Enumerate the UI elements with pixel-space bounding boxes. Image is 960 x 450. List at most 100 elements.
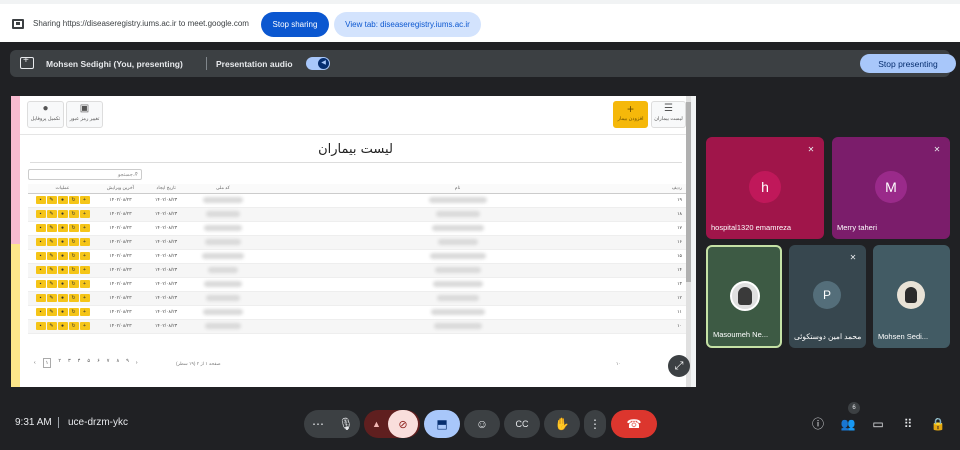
column-header-row[interactable]: ردیف [657, 184, 686, 194]
delete-icon[interactable]: ▪ [35, 294, 46, 302]
edit-icon[interactable]: ✎ [46, 322, 57, 330]
plus-icon[interactable]: + [79, 238, 90, 246]
add-patient-button[interactable]: + افزودن بیمار [613, 101, 648, 128]
info-icon[interactable]: ⓘ [808, 414, 828, 434]
delete-icon[interactable]: ▪ [35, 210, 46, 218]
patient-list-button[interactable]: ☰ لیست بیماران [651, 101, 686, 128]
user-icon[interactable]: ● [57, 224, 68, 232]
participant-tile-active-speaker[interactable]: Masoumeh Ne... [706, 245, 782, 348]
edit-icon[interactable]: ✎ [46, 224, 57, 232]
page-link[interactable]: ۴ [78, 358, 81, 368]
table-row[interactable]: ▪ ✎ ● ↻ +۱۴۰۲/۰۸/۲۳ ۱۴۰۲/۰۸/۲۳ ۱۱ [28, 305, 686, 320]
user-icon[interactable]: ● [57, 308, 68, 316]
plus-icon[interactable]: + [79, 266, 90, 274]
column-header-last-edit[interactable]: آخرین ویرایش [97, 184, 144, 194]
next-page-icon[interactable]: › [136, 360, 138, 366]
column-header-name[interactable]: نام [257, 184, 658, 194]
history-icon[interactable]: ↻ [68, 266, 79, 274]
stop-sharing-button[interactable]: Stop sharing [261, 12, 329, 37]
plus-icon[interactable]: + [79, 294, 90, 302]
history-icon[interactable]: ↻ [68, 294, 79, 302]
participant-tile[interactable]: P ✕ محمد امین دوستکوئی [789, 245, 866, 348]
call-end-icon[interactable]: ☎ [611, 410, 657, 438]
table-row[interactable]: ▪ ✎ ● ↻ +۱۴۰۲/۰۸/۲۳ ۱۴۰۲/۰۸/۲۳ ۱۳ [28, 277, 686, 292]
delete-icon[interactable]: ▪ [35, 252, 46, 260]
user-icon[interactable]: ● [57, 196, 68, 204]
presentation-audio-toggle[interactable]: ◀ [306, 57, 330, 70]
table-row[interactable]: ▪ ✎ ● ↻ +۱۴۰۲/۰۸/۲۳ ۱۴۰۲/۰۸/۲۳ ۱۷ [28, 221, 686, 236]
plus-icon[interactable]: + [79, 210, 90, 218]
page-link[interactable]: ۲ [58, 358, 61, 368]
column-header-created[interactable]: تاریخ ایجاد [143, 184, 189, 194]
camera-off-icon[interactable]: ⊘ [388, 410, 418, 438]
delete-icon[interactable]: ▪ [35, 322, 46, 330]
scrollbar[interactable] [686, 96, 691, 387]
edit-icon[interactable]: ✎ [46, 210, 57, 218]
table-row[interactable]: ▪ ✎ ● ↻ +۱۴۰۲/۰۸/۲۳ ۱۴۰۲/۰۸/۲۳ ۱۸ [28, 207, 686, 222]
table-row[interactable]: ▪ ✎ ● ↻ +۱۴۰۲/۰۸/۲۳ ۱۴۰۲/۰۸/۲۳ ۱۶ [28, 235, 686, 250]
participant-tile-self[interactable]: Mohsen Sedi... [873, 245, 950, 348]
view-tab-button[interactable]: View tab: diseaseregistry.iums.ac.ir [334, 12, 481, 37]
present-screen-icon[interactable]: ⬒ [424, 410, 460, 438]
raise-hand-icon[interactable]: ✋ [544, 410, 580, 438]
participant-tile[interactable]: M ✕ Merry taheri [832, 137, 950, 239]
plus-icon[interactable]: + [79, 322, 90, 330]
plus-icon[interactable]: + [79, 308, 90, 316]
history-icon[interactable]: ↻ [68, 308, 79, 316]
page-link[interactable]: ۱ [42, 358, 52, 368]
column-header-actions[interactable]: عملیات [28, 184, 98, 194]
page-link[interactable]: ۵ [87, 358, 90, 368]
delete-icon[interactable]: ▪ [35, 238, 46, 246]
plus-icon[interactable]: + [79, 196, 90, 204]
search-input[interactable]: ⌕ جستجو... [28, 169, 142, 180]
delete-icon[interactable]: ▪ [35, 196, 46, 204]
history-icon[interactable]: ↻ [68, 196, 79, 204]
participant-tile[interactable]: h ✕ hospital1320 emamreza [706, 137, 824, 239]
change-password-button[interactable]: ▣ تغییر رمز عبور [66, 101, 103, 128]
page-link[interactable]: ۷ [107, 358, 110, 368]
prev-page-icon[interactable]: ‹ [34, 360, 36, 366]
video-options-icon[interactable]: ▲ [372, 419, 381, 429]
captions-icon[interactable]: CC [504, 410, 540, 438]
column-header-national-code[interactable]: کد ملی [188, 184, 258, 194]
user-icon[interactable]: ● [57, 322, 68, 330]
scrollbar-thumb[interactable] [686, 102, 691, 282]
user-icon[interactable]: ● [57, 252, 68, 260]
table-row[interactable]: ▪ ✎ ● ↻ +۱۴۰۲/۰۸/۲۳ ۱۴۰۲/۰۸/۲۳ ۱۰ [28, 319, 686, 334]
history-icon[interactable]: ↻ [68, 238, 79, 246]
table-row[interactable]: ▪ ✎ ● ↻ +۱۴۰۲/۰۸/۲۳ ۱۴۰۲/۰۸/۲۳ ۱۲ [28, 291, 686, 306]
complete-profile-button[interactable]: ● تکمیل پروفایل [27, 101, 64, 128]
plus-icon[interactable]: + [79, 252, 90, 260]
stop-presenting-button[interactable]: Stop presenting [860, 54, 956, 73]
page-size-select[interactable]: ۱۰ [616, 361, 621, 367]
user-icon[interactable]: ● [57, 294, 68, 302]
user-icon[interactable]: ● [57, 210, 68, 218]
edit-icon[interactable]: ✎ [46, 266, 57, 274]
table-row[interactable]: ▪ ✎ ● ↻ +۱۴۰۲/۰۸/۲۳ ۱۴۰۲/۰۸/۲۳ ۱۹ [28, 193, 686, 208]
delete-icon[interactable]: ▪ [35, 224, 46, 232]
plus-icon[interactable]: + [79, 224, 90, 232]
edit-icon[interactable]: ✎ [46, 196, 57, 204]
audio-options-icon[interactable]: ⋯ [304, 417, 332, 431]
page-link[interactable]: ۶ [97, 358, 100, 368]
edit-icon[interactable]: ✎ [46, 308, 57, 316]
page-link[interactable]: ۳ [68, 358, 71, 368]
people-icon[interactable]: 👥 [838, 414, 858, 434]
emoji-icon[interactable]: ☺ [464, 410, 500, 438]
chat-icon[interactable]: ▭ [868, 414, 888, 434]
table-row[interactable]: ▪ ✎ ● ↻ +۱۴۰۲/۰۸/۲۳ ۱۴۰۲/۰۸/۲۳ ۱۴ [28, 263, 686, 278]
page-link[interactable]: ۹ [126, 358, 129, 368]
edit-icon[interactable]: ✎ [46, 280, 57, 288]
page-link[interactable]: ۸ [116, 358, 119, 368]
host-controls-icon[interactable]: 🔒 [928, 414, 948, 434]
mic-icon[interactable]: 🎙 [332, 417, 360, 431]
activities-icon[interactable]: ⠿ [898, 414, 918, 434]
plus-icon[interactable]: + [79, 280, 90, 288]
edit-icon[interactable]: ✎ [46, 252, 57, 260]
history-icon[interactable]: ↻ [68, 210, 79, 218]
history-icon[interactable]: ↻ [68, 280, 79, 288]
edit-icon[interactable]: ✎ [46, 294, 57, 302]
delete-icon[interactable]: ▪ [35, 280, 46, 288]
delete-icon[interactable]: ▪ [35, 266, 46, 274]
history-icon[interactable]: ↻ [68, 252, 79, 260]
